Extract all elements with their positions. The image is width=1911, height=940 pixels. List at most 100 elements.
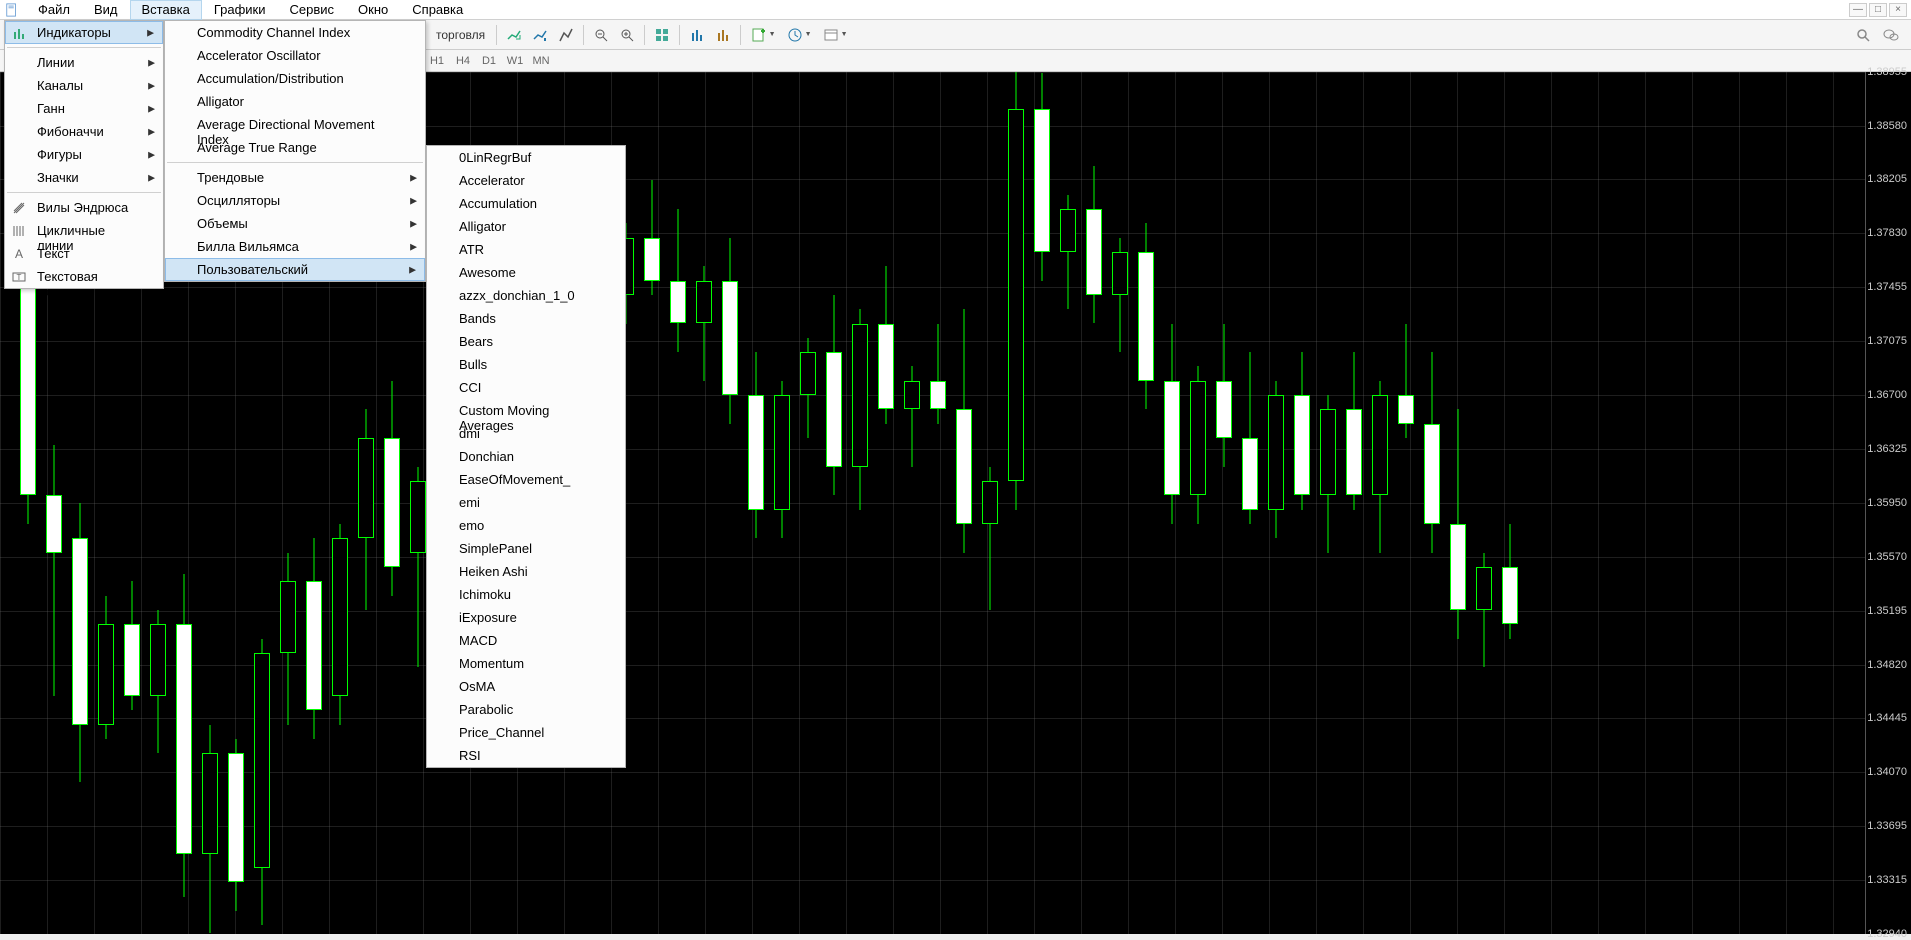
- menu-item[interactable]: Parabolic: [427, 698, 625, 721]
- menu-item[interactable]: ТекстA: [5, 242, 163, 265]
- timeframe-h4[interactable]: H4: [450, 52, 476, 70]
- menu-item[interactable]: Alligator: [165, 90, 425, 113]
- menu-item[interactable]: Индикаторы▶: [5, 21, 163, 44]
- menu-item-label: Значки: [37, 170, 79, 185]
- menu-item[interactable]: EaseOfMovement_: [427, 468, 625, 491]
- menu-item[interactable]: Accelerator: [427, 169, 625, 192]
- submenu-arrow-icon: ▶: [410, 193, 417, 208]
- y-axis-label: 1.35570: [1867, 551, 1907, 563]
- candlestick: [852, 72, 868, 934]
- menu-item[interactable]: RSI: [427, 744, 625, 767]
- menu-item[interactable]: Bears: [427, 330, 625, 353]
- toolbar-btn-search[interactable]: [1851, 23, 1875, 47]
- menu-item[interactable]: Accumulation/Distribution: [165, 67, 425, 90]
- menu-item[interactable]: Heiken Ashi: [427, 560, 625, 583]
- menu-item-label: Heiken Ashi: [459, 564, 528, 579]
- menu-item-label: Индикаторы: [37, 25, 111, 40]
- menu-item[interactable]: Awesome: [427, 261, 625, 284]
- menu-item[interactable]: azzx_donchian_1_0: [427, 284, 625, 307]
- menu-item[interactable]: Билла Вильямса▶: [165, 235, 425, 258]
- timeframe-h1[interactable]: H1: [424, 52, 450, 70]
- submenu-arrow-icon: ▶: [410, 170, 417, 185]
- menu-item[interactable]: Average True Range: [165, 136, 425, 159]
- candlestick: [1190, 72, 1206, 934]
- menu-item[interactable]: Bands: [427, 307, 625, 330]
- y-axis-label: 1.37830: [1867, 227, 1907, 239]
- maximize-button[interactable]: □: [1869, 3, 1887, 17]
- menu-item[interactable]: Custom Moving Averages: [427, 399, 625, 422]
- menu-item-label: Price_Channel: [459, 725, 544, 740]
- toolbar-separator: [740, 25, 741, 45]
- toolbar-btn-autoscroll[interactable]: [502, 23, 526, 47]
- menubar-item-сервис[interactable]: Сервис: [278, 0, 347, 20]
- menu-item[interactable]: SimplePanel: [427, 537, 625, 560]
- timeframe-mn[interactable]: MN: [528, 52, 554, 70]
- menu-item[interactable]: Фигуры▶: [5, 143, 163, 166]
- submenu-arrow-icon: ▶: [410, 216, 417, 231]
- menu-item[interactable]: OsMA: [427, 675, 625, 698]
- menu-item[interactable]: Осцилляторы▶: [165, 189, 425, 212]
- toolbar-btn-zoom-in[interactable]: [615, 23, 639, 47]
- minimize-button[interactable]: —: [1849, 3, 1867, 17]
- menu-item-label: Bands: [459, 311, 496, 326]
- menu-item[interactable]: iExposure: [427, 606, 625, 629]
- menubar-item-графики[interactable]: Графики: [202, 0, 278, 20]
- menu-item-label: ATR: [459, 242, 484, 257]
- y-axis-label: 1.34820: [1867, 659, 1907, 671]
- menubar-item-вставка[interactable]: Вставка: [130, 0, 202, 20]
- menu-item[interactable]: Каналы▶: [5, 74, 163, 97]
- menu-item[interactable]: Объемы▶: [165, 212, 425, 235]
- menu-item[interactable]: MACD: [427, 629, 625, 652]
- timeframe-w1[interactable]: W1: [502, 52, 528, 70]
- submenu-arrow-icon: ▶: [148, 101, 155, 116]
- menu-item[interactable]: Фибоначчи▶: [5, 120, 163, 143]
- timeframe-d1[interactable]: D1: [476, 52, 502, 70]
- close-button[interactable]: ×: [1889, 3, 1907, 17]
- toolbar-btn-template[interactable]: ▼: [818, 23, 852, 47]
- menu-item[interactable]: emo: [427, 514, 625, 537]
- toolbar-btn-indicator2[interactable]: [711, 23, 735, 47]
- menu-item[interactable]: Текстовая меткаT: [5, 265, 163, 288]
- menubar-item-вид[interactable]: Вид: [82, 0, 130, 20]
- toolbar-btn-new-order[interactable]: ▼: [746, 23, 780, 47]
- candlestick: [1138, 72, 1154, 934]
- toolbar-btn-chat[interactable]: [1879, 23, 1903, 47]
- menu-item[interactable]: Price_Channel: [427, 721, 625, 744]
- menu-item-label: Awesome: [459, 265, 516, 280]
- menu-item-label: Momentum: [459, 656, 524, 671]
- menu-item[interactable]: emi: [427, 491, 625, 514]
- menu-item[interactable]: Commodity Channel Index: [165, 21, 425, 44]
- y-axis-label: 1.34070: [1867, 766, 1907, 778]
- menu-item[interactable]: Average Directional Movement Index: [165, 113, 425, 136]
- candlestick: [1268, 72, 1284, 934]
- menu-item[interactable]: Ганн▶: [5, 97, 163, 120]
- menu-item[interactable]: Трендовые▶: [165, 166, 425, 189]
- menu-item-label: azzx_donchian_1_0: [459, 288, 575, 303]
- menu-item[interactable]: dmi: [427, 422, 625, 445]
- menu-item[interactable]: Ichimoku: [427, 583, 625, 606]
- menu-item[interactable]: Вилы Эндрюса: [5, 196, 163, 219]
- toolbar-btn-period[interactable]: ▼: [782, 23, 816, 47]
- menu-item[interactable]: Donchian: [427, 445, 625, 468]
- menu-item[interactable]: ATR: [427, 238, 625, 261]
- menu-item[interactable]: 0LinRegrBuf: [427, 146, 625, 169]
- menu-item[interactable]: Линии▶: [5, 51, 163, 74]
- menu-item[interactable]: Значки▶: [5, 166, 163, 189]
- menu-item[interactable]: Bulls: [427, 353, 625, 376]
- toolbar-btn-zoom-out[interactable]: [589, 23, 613, 47]
- menu-item[interactable]: Цикличные линии: [5, 219, 163, 242]
- menu-item[interactable]: Alligator: [427, 215, 625, 238]
- menubar-item-справка[interactable]: Справка: [400, 0, 475, 20]
- menubar-item-файл[interactable]: Файл: [26, 0, 82, 20]
- menu-item[interactable]: CCI: [427, 376, 625, 399]
- toolbar-btn-grid[interactable]: [650, 23, 674, 47]
- toolbar-btn-indicator1[interactable]: [685, 23, 709, 47]
- menubar-item-окно[interactable]: Окно: [346, 0, 400, 20]
- toolbar-btn-chart-type[interactable]: [554, 23, 578, 47]
- menu-item[interactable]: Momentum: [427, 652, 625, 675]
- menu-item-label: Accelerator Oscillator: [197, 48, 321, 63]
- menu-item[interactable]: Accelerator Oscillator: [165, 44, 425, 67]
- toolbar-btn-shift[interactable]: [528, 23, 552, 47]
- menu-item[interactable]: Пользовательский▶: [165, 258, 425, 281]
- menu-item[interactable]: Accumulation: [427, 192, 625, 215]
